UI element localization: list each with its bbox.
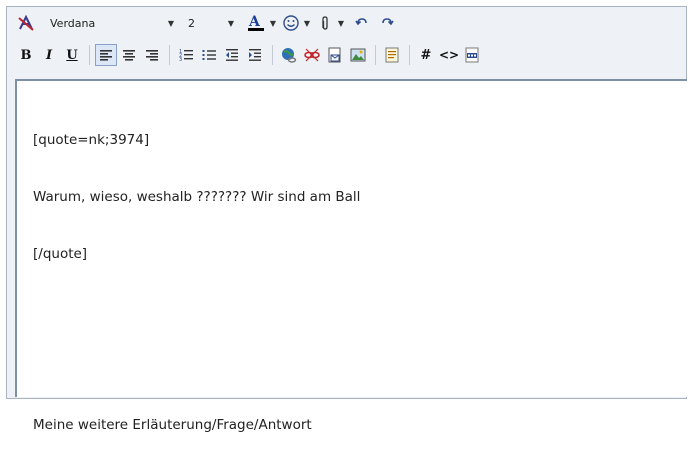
wysiwyg-editor: Verdana ▼ 2 ▼ A ▼ ▼ ▼ B I U 1 2 3 # <> [… [6, 6, 687, 433]
italic-label: I [45, 47, 53, 63]
wrap-code-button[interactable]: # [415, 44, 437, 66]
insert-email-button[interactable] [324, 44, 346, 66]
attachment-button[interactable] [314, 12, 336, 34]
attachment-icon [316, 14, 334, 32]
redo-button[interactable] [375, 12, 397, 34]
align-center-icon [121, 47, 137, 63]
ordered-list-icon: 1 2 3 [178, 47, 194, 63]
font-color-dropdown[interactable]: ▼ [269, 19, 277, 28]
toolbar-divider [89, 45, 90, 65]
indent-button[interactable] [244, 44, 266, 66]
font-family-value: Verdana [50, 16, 96, 30]
remove-link-button[interactable] [301, 44, 323, 66]
font-color-icon: A [246, 13, 266, 33]
remove-format-icon [17, 14, 35, 32]
outdent-button[interactable] [221, 44, 243, 66]
undo-icon [354, 14, 372, 32]
remove-link-icon [303, 46, 321, 64]
toolbar-divider [375, 45, 376, 65]
smiley-button[interactable] [280, 12, 302, 34]
redo-icon [377, 14, 395, 32]
align-right-button[interactable] [141, 44, 163, 66]
chevron-down-icon: ▼ [167, 18, 175, 28]
align-left-button[interactable] [95, 44, 117, 66]
content-line [33, 359, 673, 378]
insert-link-icon [280, 46, 298, 64]
bold-button[interactable]: B [15, 44, 37, 66]
font-size-value: 2 [188, 16, 195, 30]
attachment-dropdown[interactable]: ▼ [337, 19, 345, 28]
insert-image-button[interactable] [347, 44, 369, 66]
smiley-icon [282, 14, 300, 32]
svg-text:3: 3 [179, 57, 182, 63]
outdent-icon [224, 47, 240, 63]
bold-label: B [20, 47, 32, 63]
underline-label: U [66, 47, 78, 63]
message-content: [quote=nk;3974] Warum, wieso, weshalb ??… [33, 93, 673, 473]
underline-button[interactable]: U [61, 44, 83, 66]
quote-button[interactable] [381, 44, 403, 66]
unordered-list-button[interactable] [198, 44, 220, 66]
align-right-icon [144, 47, 160, 63]
toolbar-row-1: Verdana ▼ 2 ▼ A ▼ ▼ ▼ [7, 9, 686, 37]
content-line [33, 302, 673, 321]
remove-format-button[interactable] [15, 12, 37, 34]
content-line: [quote=nk;3974] [33, 132, 150, 148]
indent-icon [247, 47, 263, 63]
ordered-list-button[interactable]: 1 2 3 [175, 44, 197, 66]
php-button[interactable] [461, 44, 483, 66]
font-color-button[interactable]: A [244, 12, 268, 34]
toolbar-divider [272, 45, 273, 65]
italic-button[interactable]: I [38, 44, 60, 66]
message-textarea[interactable]: [quote=nk;3974] Warum, wieso, weshalb ??… [15, 79, 687, 433]
svg-text:A: A [248, 14, 261, 30]
html-button[interactable]: <> [438, 44, 460, 66]
content-line: Warum, wieso, weshalb ??????? Wir sind a… [33, 189, 361, 205]
align-center-button[interactable] [118, 44, 140, 66]
toolbar-row-2: B I U 1 2 3 # <> [7, 41, 686, 69]
wrap-code-label: # [420, 47, 432, 63]
align-left-icon [98, 47, 114, 63]
undo-button[interactable] [352, 12, 374, 34]
insert-email-icon [326, 46, 344, 64]
insert-image-icon [349, 46, 367, 64]
quote-icon [383, 46, 401, 64]
html-label: <> [438, 48, 460, 62]
unordered-list-icon [201, 47, 217, 63]
toolbar-divider [409, 45, 410, 65]
insert-link-button[interactable] [278, 44, 300, 66]
smiley-dropdown[interactable]: ▼ [303, 19, 311, 28]
php-icon [463, 46, 481, 64]
toolbar-divider [169, 45, 170, 65]
content-line: Meine weitere Erläuterung/Frage/Antwort [33, 417, 312, 433]
font-family-select[interactable]: Verdana ▼ [46, 13, 176, 33]
font-size-select[interactable]: 2 ▼ [184, 13, 236, 33]
chevron-down-icon: ▼ [227, 18, 235, 28]
content-line: [/quote] [33, 246, 88, 262]
